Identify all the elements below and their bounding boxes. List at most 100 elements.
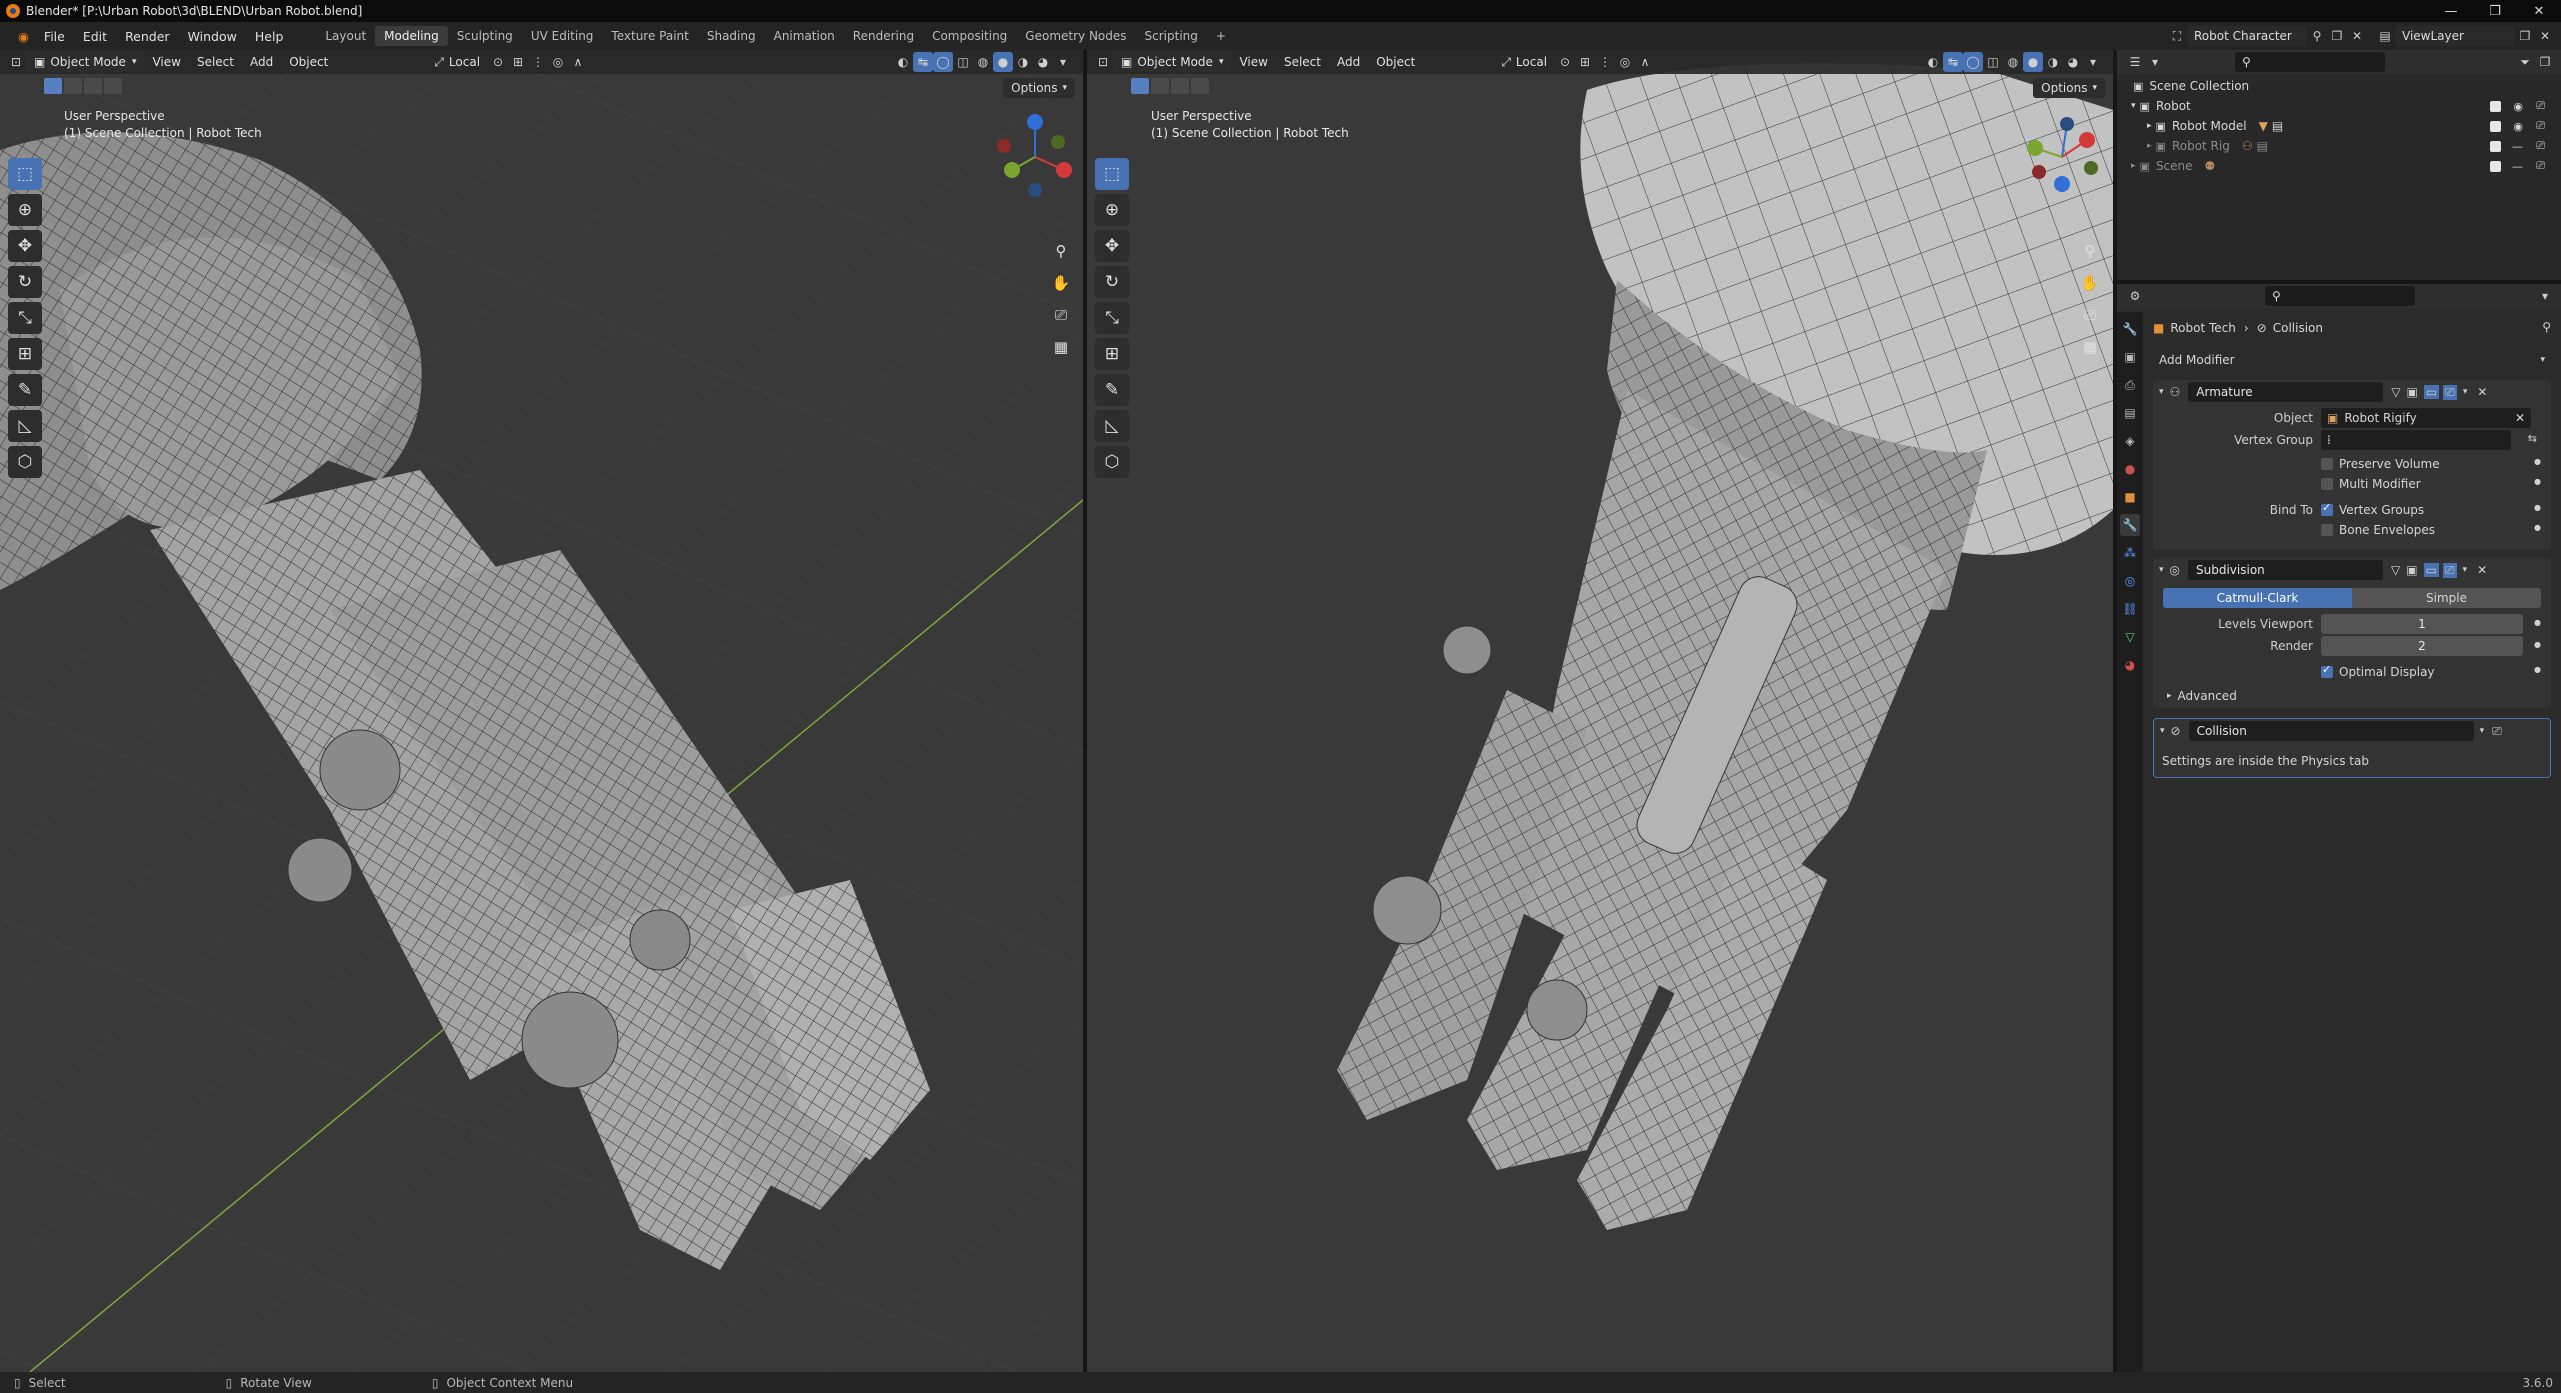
area-divider[interactable] <box>1083 50 1087 1372</box>
preserve-volume-checkbox[interactable]: Preserve Volume <box>2321 454 2440 474</box>
pin-icon[interactable]: ⚲ <box>2542 320 2551 334</box>
close-icon[interactable]: ✕ <box>2477 563 2487 577</box>
cage-icon[interactable]: ▣ <box>2406 563 2417 577</box>
ortho-grid-icon[interactable]: ▦ <box>2077 334 2103 360</box>
tool-tab-icon[interactable]: 🔧 <box>2120 318 2140 340</box>
catmull-clark-button[interactable]: Catmull-Clark <box>2163 588 2352 608</box>
scale-tool-icon[interactable]: ⤡ <box>1095 302 1129 334</box>
keyframe-dot-icon[interactable]: ● <box>2534 665 2541 674</box>
measure-tool-icon[interactable]: ◺ <box>1095 410 1129 442</box>
transform-tool-icon[interactable]: ⊞ <box>1095 338 1129 370</box>
solid-shading-icon[interactable]: ● <box>993 52 1013 72</box>
new-view-layer-icon[interactable]: ❐ <box>2515 26 2535 46</box>
xray-icon[interactable]: ◫ <box>953 52 973 72</box>
blender-menu-icon[interactable]: ◉ <box>12 29 35 44</box>
menu-select[interactable]: Select <box>1276 52 1329 72</box>
chevron-down-icon[interactable]: ▾ <box>2463 387 2468 397</box>
modifier-name-field[interactable]: Subdivision <box>2188 560 2384 580</box>
eye-hidden-icon[interactable]: — <box>2512 160 2523 173</box>
shading-options-icon[interactable]: ▾ <box>2083 52 2103 72</box>
optimal-display-checkbox[interactable]: Optimal Display <box>2321 662 2435 682</box>
close-button[interactable]: ✕ <box>2517 0 2561 22</box>
menu-view[interactable]: View <box>1231 52 1275 72</box>
gizmo-icon[interactable]: ↹ <box>913 52 933 72</box>
camera-icon[interactable]: ⎚ <box>2536 159 2545 173</box>
selection-mode-buttons[interactable] <box>1131 78 1209 94</box>
visibility-icon[interactable]: ◐ <box>1923 52 1943 72</box>
proportional-edit-icon[interactable]: ◎ <box>548 52 568 72</box>
orientation-dropdown[interactable]: ⤢ Local <box>426 52 488 72</box>
add-modifier-button[interactable]: Add Modifier ▾ <box>2153 350 2551 370</box>
scene-tab-icon[interactable]: ◈ <box>2120 430 2140 452</box>
expand-icon[interactable]: ▸ <box>2147 141 2152 151</box>
pan-hand-icon[interactable]: ✋ <box>2077 270 2103 296</box>
delete-view-layer-icon[interactable]: ✕ <box>2535 26 2555 46</box>
delete-scene-icon[interactable]: ✕ <box>2347 26 2367 46</box>
multi-modifier-checkbox[interactable]: Multi Modifier <box>2321 474 2421 494</box>
outliner-row[interactable]: ▸ ▣ Robot Rig ⚇ ▤ — ⎚ <box>2117 136 2561 156</box>
chevron-down-icon[interactable]: ▾ <box>2159 565 2164 575</box>
editor-type-icon[interactable]: ⊡ <box>1093 52 1113 72</box>
snap-icon[interactable]: ⊞ <box>508 52 528 72</box>
mode-dropdown[interactable]: ▣ Object Mode ▾ <box>1113 52 1232 72</box>
annotate-tool-icon[interactable]: ✎ <box>8 374 42 406</box>
expand-icon[interactable]: ▸ <box>2131 161 2136 171</box>
outliner-row[interactable]: ▸ ▣ Robot Model ▼ ▤ ◉ ⎚ <box>2117 116 2561 136</box>
pivot-icon[interactable]: ⊙ <box>488 52 508 72</box>
solid-shading-icon[interactable]: ● <box>2023 52 2043 72</box>
editmode-icon[interactable]: ▽ <box>2391 385 2400 399</box>
move-tool-icon[interactable]: ✥ <box>1095 230 1129 262</box>
new-collection-icon[interactable]: ❐ <box>2535 52 2555 72</box>
data-tab-icon[interactable]: ▽ <box>2120 626 2140 648</box>
bone-envelopes-checkbox[interactable]: Bone Envelopes <box>2321 520 2435 540</box>
menu-window[interactable]: Window <box>179 29 246 44</box>
clear-icon[interactable]: ✕ <box>2515 411 2525 425</box>
menu-file[interactable]: File <box>35 29 74 44</box>
transform-tool-icon[interactable]: ⊞ <box>8 338 42 370</box>
snap-target-icon[interactable]: ⋮ <box>528 52 548 72</box>
keyframe-dot-icon[interactable]: ● <box>2534 477 2541 486</box>
pan-hand-icon[interactable]: ✋ <box>1048 270 1074 296</box>
menu-select[interactable]: Select <box>189 52 242 72</box>
tab-animation[interactable]: Animation <box>765 26 844 46</box>
menu-add[interactable]: Add <box>242 52 281 72</box>
maximize-button[interactable]: ❐ <box>2473 0 2517 22</box>
render-levels-field[interactable]: 2 <box>2321 636 2523 656</box>
particles-tab-icon[interactable]: ⁂ <box>2120 542 2140 564</box>
vertex-groups-checkbox[interactable]: Vertex Groups <box>2321 500 2424 520</box>
menu-object[interactable]: Object <box>1368 52 1423 72</box>
tab-geometry-nodes[interactable]: Geometry Nodes <box>1016 26 1135 46</box>
material-shading-icon[interactable]: ◑ <box>2043 52 2063 72</box>
tab-compositing[interactable]: Compositing <box>923 26 1016 46</box>
simple-button[interactable]: Simple <box>2352 588 2541 608</box>
eye-hidden-icon[interactable]: — <box>2512 140 2523 153</box>
camera-view-icon[interactable]: ⎚ <box>1048 302 1074 328</box>
cursor-tool-icon[interactable]: ⊕ <box>1095 194 1129 226</box>
keyframe-dot-icon[interactable]: ● <box>2534 457 2541 466</box>
menu-help[interactable]: Help <box>246 29 293 44</box>
object-field[interactable]: ▣ Robot Rigify ✕ <box>2321 408 2531 428</box>
render-display-icon[interactable]: ⎚ <box>2492 724 2502 739</box>
output-tab-icon[interactable]: ⎙ <box>2120 374 2140 396</box>
levels-viewport-field[interactable]: 1 <box>2321 614 2523 634</box>
new-scene-icon[interactable]: ❐ <box>2327 26 2347 46</box>
wireframe-shading-icon[interactable]: ◍ <box>2003 52 2023 72</box>
render-tab-icon[interactable]: ▣ <box>2120 346 2140 368</box>
add-workspace-icon[interactable]: + <box>1207 26 1235 46</box>
tab-rendering[interactable]: Rendering <box>844 26 923 46</box>
move-tool-icon[interactable]: ✥ <box>8 230 42 262</box>
checkbox-icon[interactable] <box>2490 100 2501 112</box>
vertex-group-field[interactable]: ⁞ <box>2321 430 2511 450</box>
chevron-down-icon[interactable]: ▾ <box>2463 565 2468 575</box>
physics-tab-icon[interactable]: ◎ <box>2120 570 2140 592</box>
orientation-dropdown[interactable]: ⤢ Local <box>1493 52 1555 72</box>
checkbox-icon[interactable] <box>2490 140 2501 152</box>
snap-icon[interactable]: ⊞ <box>1575 52 1595 72</box>
proportional-edit-icon[interactable]: ◎ <box>1615 52 1635 72</box>
menu-add[interactable]: Add <box>1329 52 1368 72</box>
eye-icon[interactable]: ◉ <box>2513 120 2523 133</box>
keyframe-dot-icon[interactable]: ● <box>2534 523 2541 532</box>
visibility-icon[interactable]: ◐ <box>893 52 913 72</box>
tab-layout[interactable]: Layout <box>316 26 375 46</box>
tab-modeling[interactable]: Modeling <box>375 26 448 46</box>
